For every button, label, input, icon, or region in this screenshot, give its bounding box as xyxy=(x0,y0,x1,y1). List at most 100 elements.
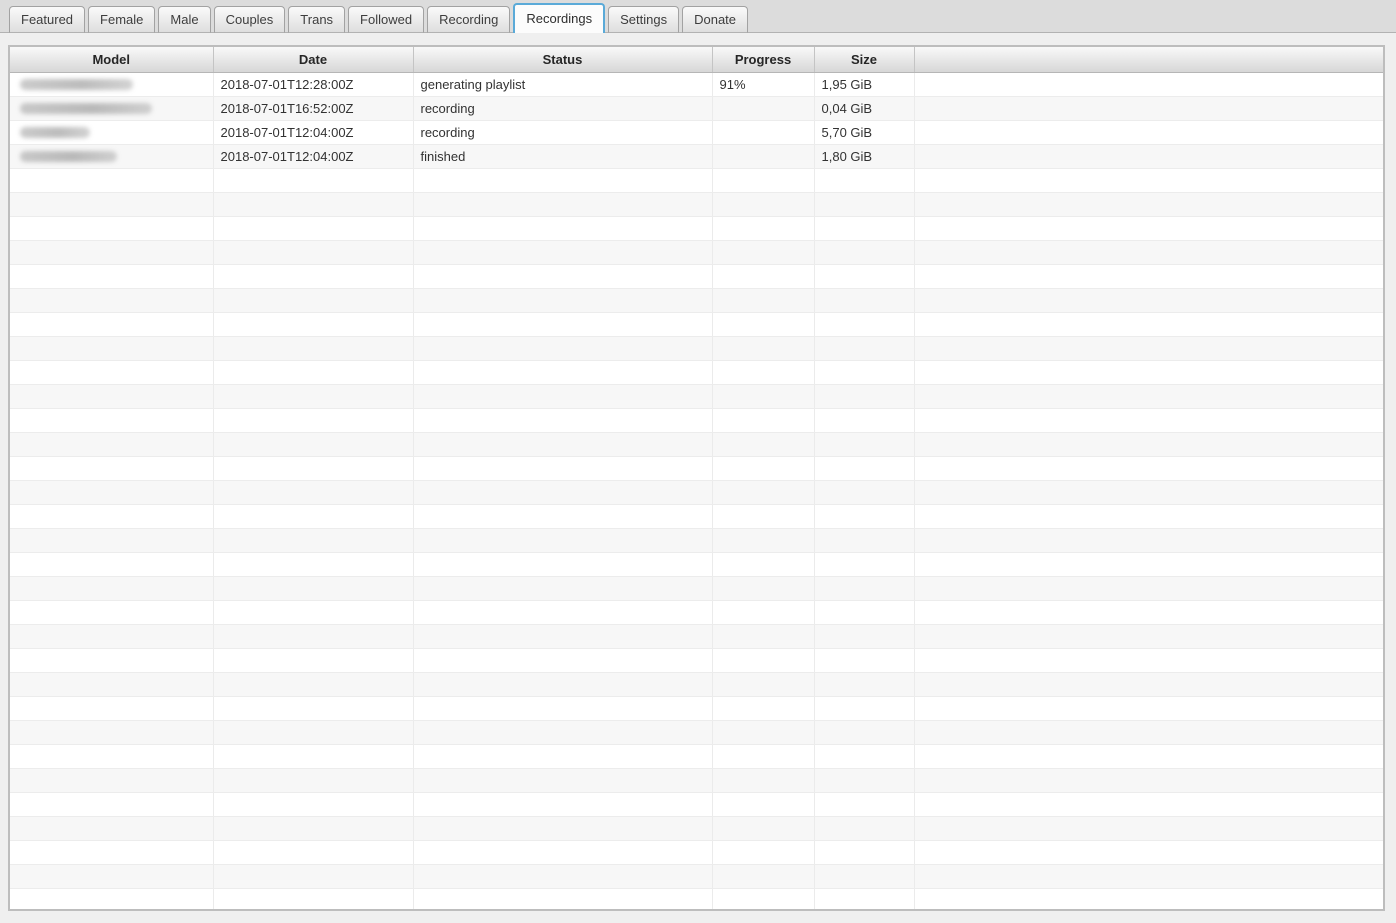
empty-cell xyxy=(914,408,1383,433)
empty-cell xyxy=(814,216,915,241)
empty-cell xyxy=(712,336,815,361)
empty-cell xyxy=(10,888,214,909)
empty-cell xyxy=(914,696,1383,721)
column-header-progress[interactable]: Progress xyxy=(712,47,815,73)
empty-cell xyxy=(814,792,915,817)
empty-cell xyxy=(814,768,915,793)
empty-cell xyxy=(712,888,815,909)
empty-cell xyxy=(413,312,713,337)
empty-cell xyxy=(213,816,414,841)
empty-table-row xyxy=(10,672,1383,697)
empty-cell xyxy=(413,456,713,481)
empty-cell xyxy=(814,864,915,889)
empty-cell xyxy=(914,504,1383,529)
column-header-date[interactable]: Date xyxy=(213,47,414,73)
empty-cell xyxy=(213,696,414,721)
empty-table-row xyxy=(10,336,1383,361)
empty-cell xyxy=(213,288,414,313)
empty-cell xyxy=(10,720,214,745)
tab-followed[interactable]: Followed xyxy=(348,6,425,33)
empty-cell xyxy=(914,312,1383,337)
empty-cell xyxy=(213,648,414,673)
tab-male[interactable]: Male xyxy=(158,6,211,33)
empty-cell xyxy=(413,720,713,745)
empty-cell xyxy=(712,864,815,889)
empty-cell xyxy=(814,192,915,217)
tab-settings[interactable]: Settings xyxy=(608,6,680,33)
column-header-model[interactable]: Model xyxy=(10,47,214,73)
empty-cell xyxy=(213,360,414,385)
size-cell: 0,04 GiB xyxy=(814,96,915,121)
empty-cell xyxy=(213,552,414,577)
empty-table-row xyxy=(10,384,1383,409)
empty-cell xyxy=(712,504,815,529)
empty-table-row xyxy=(10,504,1383,529)
empty-cell xyxy=(413,744,713,769)
empty-cell xyxy=(914,120,1383,145)
empty-cell xyxy=(814,504,915,529)
date-cell: 2018-07-01T12:04:00Z xyxy=(213,144,414,169)
empty-cell xyxy=(712,600,815,625)
empty-cell xyxy=(712,288,815,313)
empty-cell xyxy=(10,528,214,553)
empty-cell xyxy=(814,600,915,625)
empty-table-row xyxy=(10,648,1383,673)
empty-cell xyxy=(914,552,1383,577)
empty-cell xyxy=(413,792,713,817)
tab-donate[interactable]: Donate xyxy=(682,6,749,33)
empty-cell xyxy=(413,216,713,241)
column-header-size[interactable]: Size xyxy=(814,47,915,73)
table-header: Model Date Status Progress Size xyxy=(10,47,1383,73)
empty-cell xyxy=(413,696,713,721)
tab-recording[interactable]: Recording xyxy=(427,6,511,33)
empty-table-row xyxy=(10,360,1383,385)
empty-cell xyxy=(914,888,1383,909)
table-row[interactable]: 2018-07-01T12:04:00Z finished 1,80 GiB xyxy=(10,144,1383,169)
table-row[interactable]: 2018-07-01T16:52:00Z recording 0,04 GiB xyxy=(10,96,1383,121)
empty-cell xyxy=(712,792,815,817)
empty-cell xyxy=(914,840,1383,865)
empty-cell xyxy=(914,624,1383,649)
empty-cell xyxy=(814,720,915,745)
empty-cell xyxy=(914,864,1383,889)
redacted-model-name xyxy=(20,150,117,162)
empty-cell xyxy=(914,384,1383,409)
empty-cell xyxy=(213,264,414,289)
tab-featured[interactable]: Featured xyxy=(9,6,86,33)
empty-cell xyxy=(10,384,214,409)
tab-trans[interactable]: Trans xyxy=(288,6,346,33)
empty-table-row xyxy=(10,792,1383,817)
empty-table-row xyxy=(10,744,1383,769)
tab-recordings[interactable]: Recordings xyxy=(513,3,606,33)
empty-table-row xyxy=(10,624,1383,649)
empty-cell xyxy=(10,768,214,793)
column-header-status[interactable]: Status xyxy=(413,47,713,73)
empty-cell xyxy=(814,408,915,433)
tab-couples[interactable]: Couples xyxy=(213,6,286,33)
empty-cell xyxy=(814,696,915,721)
empty-cell xyxy=(413,480,713,505)
empty-cell xyxy=(10,792,214,817)
model-cell xyxy=(10,144,214,169)
redacted-model-name xyxy=(20,102,152,114)
empty-cell xyxy=(914,768,1383,793)
status-cell: recording xyxy=(413,120,713,145)
empty-cell xyxy=(914,96,1383,121)
empty-cell xyxy=(213,192,414,217)
empty-cell xyxy=(213,384,414,409)
empty-cell xyxy=(10,672,214,697)
empty-cell xyxy=(213,408,414,433)
tab-female[interactable]: Female xyxy=(88,6,156,33)
empty-table-row xyxy=(10,264,1383,289)
empty-cell xyxy=(712,648,815,673)
empty-cell xyxy=(10,264,214,289)
empty-cell xyxy=(413,840,713,865)
empty-cell xyxy=(914,432,1383,457)
empty-cell xyxy=(213,528,414,553)
empty-table-row xyxy=(10,816,1383,841)
table-row[interactable]: 2018-07-01T12:04:00Z recording 5,70 GiB xyxy=(10,120,1383,145)
table-row[interactable]: 2018-07-01T12:28:00Z generating playlist… xyxy=(10,72,1383,97)
empty-cell xyxy=(213,864,414,889)
empty-cell xyxy=(814,360,915,385)
empty-cell xyxy=(814,840,915,865)
